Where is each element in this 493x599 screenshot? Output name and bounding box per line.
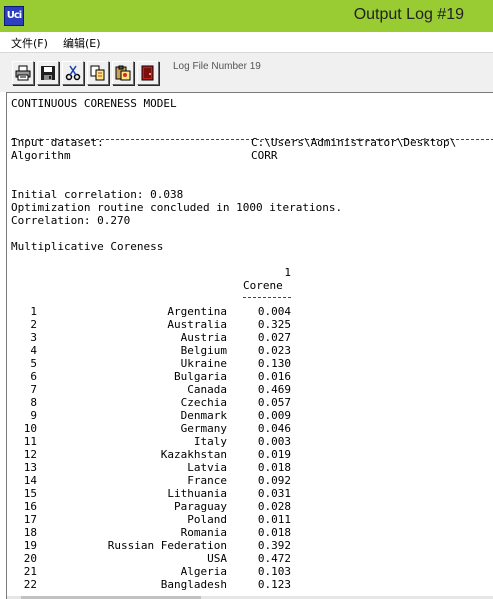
input-dataset-value: C:\Users\Administrator\Desktop\ <box>251 136 457 149</box>
row-coreness-value: 0.469 <box>257 383 291 396</box>
row-coreness-value: 0.028 <box>257 500 291 513</box>
row-country: Argentina <box>167 305 227 318</box>
row-country: Bulgaria <box>174 370 227 383</box>
row-country: Poland <box>187 513 227 526</box>
row-number: 14 <box>23 474 37 487</box>
row-number: 12 <box>23 448 37 461</box>
print-icon <box>15 65 31 81</box>
menu-bar: 文件(F) 编辑(E) <box>0 32 493 52</box>
row-country: Kazakhstan <box>160 448 227 461</box>
row-coreness-value: 0.057 <box>257 396 291 409</box>
menu-file[interactable]: 文件(F) <box>11 35 48 51</box>
row-number: 17 <box>23 513 37 526</box>
row-number: 5 <box>30 357 37 370</box>
row-number: 19 <box>23 539 37 552</box>
row-number: 16 <box>23 500 37 513</box>
column-rule <box>243 297 291 298</box>
app-icon[interactable]: Uci <box>4 6 24 26</box>
row-number: 10 <box>23 422 37 435</box>
row-coreness-value: 0.016 <box>257 370 291 383</box>
row-coreness-value: 0.472 <box>257 552 291 565</box>
row-country: USA <box>207 552 227 565</box>
row-number: 7 <box>30 383 37 396</box>
menu-edit[interactable]: 编辑(E) <box>63 35 101 51</box>
row-number: 21 <box>23 565 37 578</box>
log-output[interactable]: CONTINUOUS CORENESS MODEL Input dataset:… <box>6 92 493 599</box>
row-number: 2 <box>30 318 37 331</box>
row-country: Canada <box>187 383 227 396</box>
column-number: 1 <box>284 266 291 279</box>
row-country: Germany <box>180 422 227 435</box>
input-dataset-label: Input dataset: <box>11 136 104 149</box>
copy-button[interactable] <box>87 61 109 85</box>
save-button[interactable] <box>37 61 59 85</box>
save-icon <box>41 66 55 80</box>
copy-icon <box>90 65 105 81</box>
row-coreness-value: 0.018 <box>257 526 291 539</box>
row-country: Australia <box>167 318 227 331</box>
row-coreness-value: 0.031 <box>257 487 291 500</box>
row-number: 3 <box>30 331 37 344</box>
row-coreness-value: 0.019 <box>257 448 291 461</box>
final-correlation: Correlation: 0.270 <box>11 214 131 227</box>
row-country: Lithuania <box>167 487 227 500</box>
log-file-number-label: Log File Number 19 <box>173 61 261 72</box>
algorithm-value: CORR <box>251 149 278 162</box>
row-number: 20 <box>23 552 37 565</box>
cut-button[interactable] <box>62 61 84 85</box>
paste-icon <box>115 65 131 81</box>
row-coreness-value: 0.018 <box>257 461 291 474</box>
row-number: 13 <box>23 461 37 474</box>
row-country: Russian Federation <box>107 539 227 552</box>
exit-icon <box>141 65 154 81</box>
toolbar: Log File Number 19 <box>0 52 493 92</box>
optimization-message: Optimization routine concluded in 1000 i… <box>11 201 343 214</box>
row-coreness-value: 0.123 <box>257 578 291 591</box>
row-country: Denmark <box>180 409 227 422</box>
log-heading: CONTINUOUS CORENESS MODEL <box>11 97 177 110</box>
row-country: Paraguay <box>174 500 227 513</box>
row-country: Belgium <box>180 344 227 357</box>
section-title: Multiplicative Coreness <box>11 240 164 253</box>
row-country: Latvia <box>187 461 227 474</box>
print-button[interactable] <box>12 61 34 85</box>
exit-button[interactable] <box>137 61 159 85</box>
row-country: Ukraine <box>180 357 227 370</box>
row-country: France <box>187 474 227 487</box>
row-coreness-value: 0.011 <box>257 513 291 526</box>
row-coreness-value: 0.046 <box>257 422 291 435</box>
row-coreness-value: 0.092 <box>257 474 291 487</box>
row-number: 4 <box>30 344 37 357</box>
row-coreness-value: 0.009 <box>257 409 291 422</box>
column-header: Corene <box>243 279 283 292</box>
row-number: 18 <box>23 526 37 539</box>
row-coreness-value: 0.003 <box>257 435 291 448</box>
row-coreness-value: 0.103 <box>257 565 291 578</box>
row-country: Czechia <box>180 396 227 409</box>
row-coreness-value: 0.023 <box>257 344 291 357</box>
row-country: Austria <box>180 331 227 344</box>
row-coreness-value: 0.325 <box>257 318 291 331</box>
row-coreness-value: 0.004 <box>257 305 291 318</box>
row-coreness-value: 0.130 <box>257 357 291 370</box>
row-number: 22 <box>23 578 37 591</box>
title-bar[interactable]: Uci Output Log #19 <box>0 0 493 32</box>
row-country: Algeria <box>180 565 227 578</box>
row-country: Bangladesh <box>160 578 227 591</box>
row-number: 1 <box>30 305 37 318</box>
row-number: 6 <box>30 370 37 383</box>
initial-correlation: Initial correlation: 0.038 <box>11 188 184 201</box>
row-number: 15 <box>23 487 37 500</box>
row-country: Romania <box>180 526 227 539</box>
row-number: 8 <box>30 396 37 409</box>
window-title: Output Log #19 <box>353 6 464 23</box>
cut-icon <box>65 65 81 81</box>
row-coreness-value: 0.392 <box>257 539 291 552</box>
row-country: Italy <box>193 435 227 448</box>
row-number: 9 <box>30 409 37 422</box>
row-coreness-value: 0.027 <box>257 331 291 344</box>
row-number: 11 <box>23 435 37 448</box>
paste-button[interactable] <box>112 61 134 85</box>
algorithm-label: Algorithm <box>11 149 71 162</box>
